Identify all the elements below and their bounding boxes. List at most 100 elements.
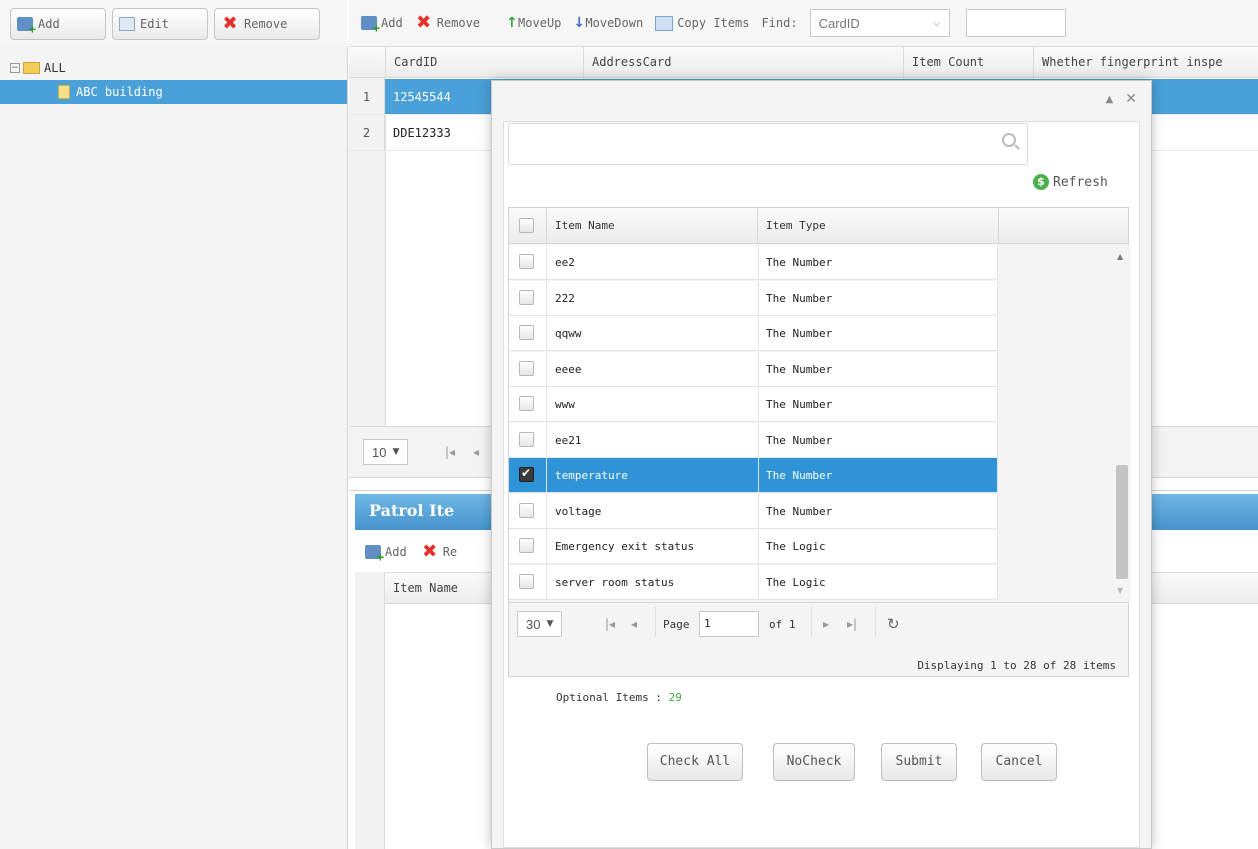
checkbox-cell (509, 245, 547, 279)
chevron-down-icon: ⌵ (932, 17, 941, 29)
copy-items-label: Copy Items (677, 16, 750, 30)
list-item[interactable]: temperature The Number (509, 458, 998, 493)
column-header-addresscard[interactable]: AddressCard (584, 47, 904, 79)
last-page-icon[interactable]: ▸| (847, 617, 857, 631)
refresh-label: Refresh (1053, 174, 1108, 190)
item-checkbox[interactable] (519, 396, 534, 411)
submit-button[interactable]: Submit (881, 743, 957, 781)
item-name: voltage (555, 504, 602, 518)
scrollbar-thumb[interactable] (1116, 465, 1128, 579)
check-all-button[interactable]: Check All (647, 743, 743, 781)
list-item[interactable]: ee2 The Number (509, 245, 998, 280)
list-item[interactable]: qqww The Number (509, 316, 998, 351)
item-checkbox[interactable] (519, 573, 534, 589)
find-field-select[interactable]: CardID ⌵ (809, 9, 950, 37)
item-checkbox[interactable] (519, 502, 534, 518)
item-checkbox[interactable] (519, 360, 534, 376)
item-checkbox[interactable] (519, 325, 534, 340)
find-field-value: CardID (818, 15, 860, 31)
select-all-checkbox[interactable] (519, 218, 534, 233)
cancel-button[interactable]: Cancel (981, 743, 1057, 781)
item-checkbox[interactable] (519, 289, 534, 305)
tree-node-label: ABC building (76, 85, 163, 99)
optional-items-label: Optional Items : (556, 691, 662, 704)
page-number-input[interactable]: 1 (699, 611, 759, 637)
select-items-dialog: ▲ ✕ $ Refresh Item Name Item Type ee2 The… (491, 80, 1152, 849)
patrol-add-label: Add (385, 545, 407, 559)
remove-button-label: Remove (244, 17, 288, 31)
list-item[interactable]: 222 The Number (509, 280, 998, 316)
checkbox-cell (509, 564, 547, 599)
refresh-icon: $ (1033, 174, 1049, 190)
add-button-label: Add (38, 17, 60, 31)
close-icon[interactable]: ✕ (1125, 91, 1137, 109)
location-tree: − ALL ABC building (0, 56, 347, 104)
item-checkbox[interactable] (519, 431, 534, 447)
find-label: Find: (761, 16, 798, 30)
grid-add-label: Add (381, 16, 403, 30)
page-size-select[interactable]: 10 ▼ (363, 439, 409, 465)
select-all-header (509, 208, 547, 244)
list-item[interactable]: www The Number (509, 387, 998, 422)
items-grid: Item Name Item Type ee2 The Number 222 The … (508, 207, 1131, 677)
list-item[interactable]: eeee The Number (509, 351, 998, 387)
page-size-select[interactable]: 30 ▼ (517, 611, 563, 637)
no-check-button[interactable]: NoCheck (773, 743, 855, 781)
search-icon[interactable] (1002, 133, 1016, 147)
move-up-button[interactable]: ↑ MoveUp (506, 16, 561, 30)
item-type: The Number (758, 387, 998, 421)
remove-icon: ✖ (222, 13, 238, 34)
list-item[interactable]: server room status The Logic (509, 564, 998, 600)
grid-remove-button[interactable]: ✖ Remove (415, 12, 481, 33)
list-item[interactable]: voltage The Number (509, 493, 998, 529)
patrol-remove-button[interactable]: ✖ Re (421, 543, 458, 561)
column-header-item-name[interactable]: Item Name (547, 208, 758, 244)
list-item[interactable]: Emergency exit status The Logic (509, 529, 998, 564)
items-grid-header: Item Name Item Type (509, 208, 1128, 244)
grid-remove-label: Remove (436, 16, 481, 30)
column-header-item-type[interactable]: Item Type (758, 208, 999, 244)
item-type: The Number (758, 458, 998, 492)
page-size-value: 10 (372, 444, 387, 460)
find-input[interactable] (965, 9, 1066, 37)
reload-icon[interactable]: ↻ (887, 615, 900, 633)
prev-page-icon[interactable]: ◂ (631, 617, 637, 631)
grid-add-button[interactable]: Add (361, 16, 403, 35)
remove-button[interactable]: ✖ Remove (214, 8, 320, 40)
copy-items-button[interactable]: Copy Items (655, 15, 750, 31)
patrol-remove-label: Re (442, 545, 458, 559)
item-checkbox[interactable] (519, 538, 534, 553)
list-item[interactable]: ee21 The Number (509, 422, 998, 458)
tree-node-abc-building[interactable]: ABC building (0, 80, 347, 104)
dropdown-arrow-icon: ▼ (392, 447, 400, 457)
collapse-icon[interactable]: − (10, 63, 20, 73)
next-page-icon[interactable]: ▸ (823, 617, 829, 631)
item-name: qqww (555, 327, 582, 340)
first-page-icon[interactable]: |◂ (445, 445, 455, 459)
refresh-button[interactable]: $ Refresh (1033, 174, 1108, 190)
row-number: 2 (349, 115, 385, 150)
item-search-input[interactable] (508, 123, 1028, 165)
page-label: Page (663, 618, 690, 631)
scroll-down-icon[interactable]: ▼ (1117, 586, 1123, 595)
file-icon (58, 85, 70, 99)
edit-button[interactable]: Edit (112, 8, 208, 40)
remove-icon: ✖ (416, 12, 432, 33)
column-header-item-count[interactable]: Item Count (904, 47, 1034, 79)
tree-node-all[interactable]: − ALL (0, 56, 347, 80)
column-header-fingerprint[interactable]: Whether fingerprint inspe (1034, 47, 1258, 79)
move-down-button[interactable]: ↓ MoveDown (573, 16, 643, 30)
column-header-cardid[interactable]: CardID (386, 47, 584, 79)
add-button[interactable]: Add (10, 8, 106, 40)
item-checkbox[interactable] (519, 254, 534, 269)
item-type: The Number (758, 316, 998, 350)
item-checkbox[interactable] (519, 466, 534, 482)
left-tree-panel (0, 0, 348, 849)
grid-toolbar: Add ✖ Remove ↑ MoveUp ↓ MoveDown Copy It… (349, 0, 1258, 46)
patrol-add-button[interactable]: Add (365, 545, 407, 564)
scroll-up-icon[interactable]: ▲ (1117, 252, 1123, 261)
checkbox-cell (509, 280, 547, 315)
collapse-icon[interactable]: ▲ (1106, 91, 1114, 109)
prev-page-icon[interactable]: ◂ (473, 445, 479, 459)
first-page-icon[interactable]: |◂ (605, 617, 615, 631)
